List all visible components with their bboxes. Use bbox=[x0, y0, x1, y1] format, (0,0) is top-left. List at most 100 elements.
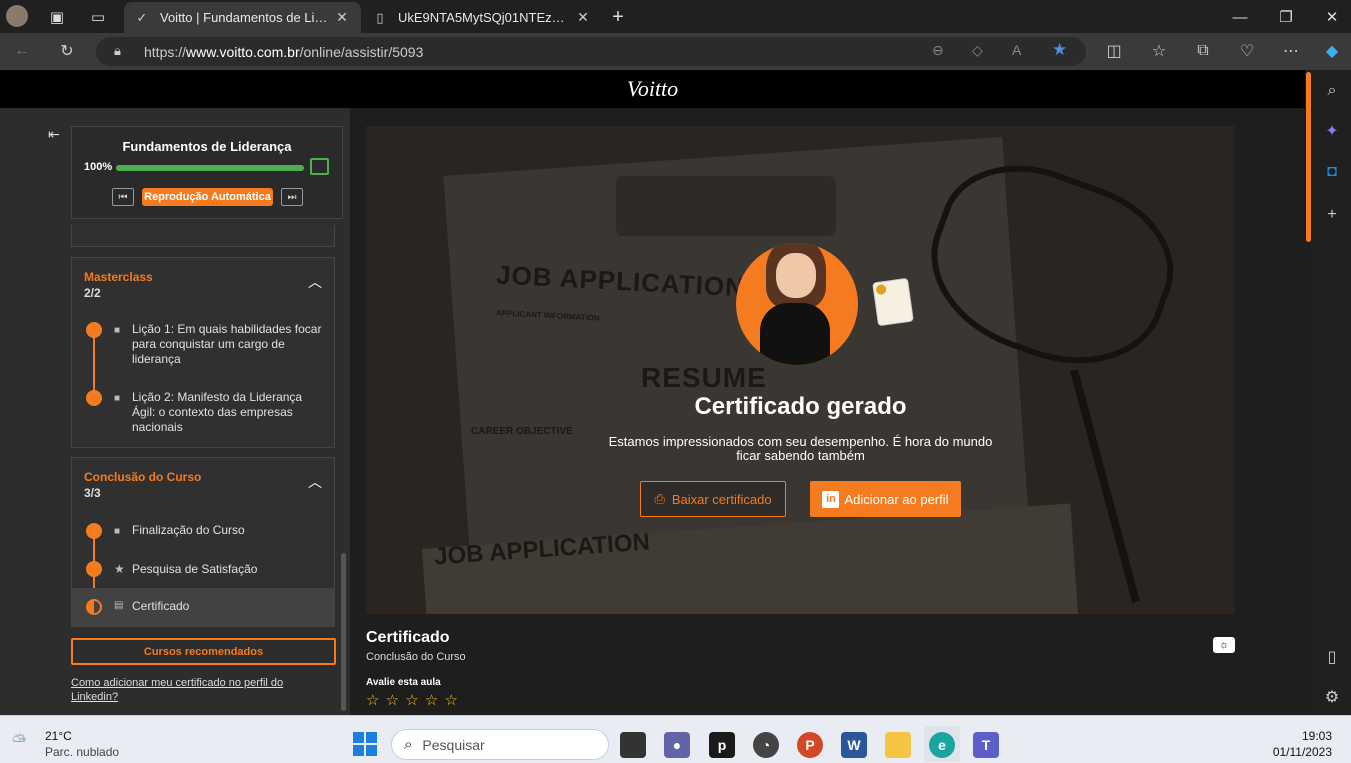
task-view-icon[interactable] bbox=[620, 732, 646, 758]
site-header: Voitto bbox=[0, 70, 1305, 108]
certificate-badge-icon[interactable] bbox=[310, 158, 329, 175]
tab-pdf[interactable]: ▯ UkE9NTA5MytSQj01NTEzMDE=.p ✕ bbox=[362, 2, 602, 33]
clock-app-icon[interactable]: ◔ bbox=[753, 732, 779, 758]
taskbar: ⛅︎ 21°C Parc. nublado ⌕ Pesquisar ● p ◔ … bbox=[0, 715, 1351, 763]
search-icon[interactable]: ⌕ bbox=[1321, 80, 1343, 102]
start-windows-icon[interactable] bbox=[353, 732, 377, 756]
tab-actions-icon[interactable]: ▭ bbox=[88, 7, 108, 27]
url-field[interactable]: 🔒︎ https://www.voitto.com.br/online/assi… bbox=[96, 37, 1086, 66]
taskbar-search[interactable]: ⌕ Pesquisar bbox=[391, 729, 609, 760]
close-tab-icon[interactable]: ✕ bbox=[574, 9, 592, 26]
add-to-profile-button[interactable]: in Adicionar ao perfil bbox=[810, 481, 961, 517]
close-window-icon[interactable]: ✕ bbox=[1322, 7, 1342, 27]
page-scrollbar[interactable] bbox=[1305, 70, 1313, 715]
chevron-up-icon[interactable]: ︿ bbox=[308, 472, 322, 492]
rating-stars[interactable]: ☆ ☆ ☆ ☆ ☆ bbox=[366, 691, 459, 709]
lesson-item-active[interactable]: ▤ Certificado bbox=[72, 588, 334, 626]
autoplay-button[interactable]: Reprodução Automática bbox=[142, 188, 273, 206]
next-lesson-button[interactable]: ⏭ bbox=[281, 188, 303, 206]
teams-chat-icon[interactable]: ● bbox=[664, 732, 690, 758]
settings-gear-icon[interactable]: ⚙ bbox=[1321, 686, 1343, 708]
close-tab-icon[interactable]: ✕ bbox=[333, 9, 351, 26]
voitto-logo[interactable]: Voitto bbox=[627, 76, 678, 102]
certificate-icon: ▤ bbox=[114, 600, 124, 611]
download-certificate-button[interactable]: ⎙ Baixar certificado bbox=[640, 481, 786, 517]
file-explorer-icon[interactable] bbox=[885, 732, 911, 758]
weather-icon[interactable]: ⛅︎ bbox=[12, 731, 26, 752]
new-tab-icon[interactable]: + bbox=[608, 6, 628, 28]
edge-icon[interactable]: e bbox=[929, 732, 955, 758]
weather-desc[interactable]: Parc. nublado bbox=[45, 745, 119, 759]
section-count: 2/2 bbox=[84, 286, 101, 300]
lesson-item[interactable]: Pesquisa de Satisfação bbox=[132, 562, 257, 577]
section-masterclass: Masterclass 2/2 ︿ ■ Lição 1: Em quais ha… bbox=[71, 257, 335, 448]
lesson-subtitle: Conclusão do Curso bbox=[366, 651, 466, 663]
copilot-sidebar-icon[interactable]: ✦ bbox=[1321, 120, 1343, 142]
scroll-certificate-icon bbox=[873, 278, 913, 326]
lesson-dot bbox=[86, 322, 102, 338]
video-icon: ■ bbox=[114, 393, 121, 404]
seal-icon bbox=[875, 283, 887, 296]
certificate-message: Estamos impressionados com seu desempenh… bbox=[608, 434, 993, 463]
lesson-label: Certificado bbox=[132, 599, 190, 613]
tab-voitto[interactable]: ✓ Voitto | Fundamentos de Lideranç ✕ bbox=[124, 2, 361, 33]
coupon-icon[interactable]: ◇ bbox=[972, 42, 983, 59]
pdf-icon: ⎙ bbox=[654, 491, 665, 506]
favorite-star-icon[interactable]: ★ bbox=[1052, 40, 1067, 60]
add-sidebar-icon[interactable]: + bbox=[1321, 204, 1343, 226]
workspaces-icon[interactable]: ▣ bbox=[47, 7, 67, 27]
background-text: CAREER OBJECTIVE bbox=[471, 426, 573, 437]
star-icon: ★ bbox=[114, 562, 125, 576]
copilot-icon[interactable]: ◆ bbox=[1321, 40, 1343, 62]
web-page: Voitto ⇤ Fundamentos de Liderança 100% ⏮… bbox=[0, 70, 1305, 715]
back-icon[interactable]: ← bbox=[11, 40, 33, 62]
refresh-icon[interactable]: ↻ bbox=[56, 40, 78, 62]
word-icon[interactable]: W bbox=[841, 732, 867, 758]
certificate-heading: Certificado gerado bbox=[694, 393, 907, 420]
more-menu-icon[interactable]: ⋯ bbox=[1280, 40, 1302, 62]
lesson-dot bbox=[86, 390, 102, 406]
collapse-sidebar-icon[interactable]: ⇤ bbox=[48, 126, 60, 143]
sidebar-scrollbar[interactable] bbox=[341, 553, 346, 711]
profile-avatar[interactable] bbox=[6, 5, 28, 27]
section-title[interactable]: Masterclass bbox=[84, 270, 153, 284]
edge-sidebar: ⌕ ✦ ◘ + ▯ ⚙ bbox=[1313, 70, 1351, 715]
theme-toggle-button[interactable]: ☼ bbox=[1213, 637, 1235, 653]
chevron-up-icon[interactable]: ︿ bbox=[308, 272, 322, 292]
read-aloud-icon[interactable]: A bbox=[1012, 42, 1021, 58]
zoom-icon[interactable]: ⊖ bbox=[932, 42, 944, 59]
restore-icon[interactable]: ❐ bbox=[1276, 7, 1296, 27]
lesson-title: Certificado bbox=[366, 629, 450, 646]
weather-temp[interactable]: 21°C bbox=[45, 729, 72, 743]
lesson-item[interactable]: Finalização do Curso bbox=[132, 523, 245, 538]
performance-icon[interactable]: ♡ bbox=[1236, 40, 1258, 62]
previous-section-card bbox=[71, 225, 335, 247]
section-conclusao: Conclusão do Curso 3/3 ︿ ■ Finalização d… bbox=[71, 457, 335, 627]
sidebar-toggle-icon[interactable]: ▯ bbox=[1321, 646, 1343, 668]
teams-icon[interactable]: T bbox=[973, 732, 999, 758]
section-title[interactable]: Conclusão do Curso bbox=[84, 470, 201, 484]
pin-app-icon[interactable]: p bbox=[709, 732, 735, 758]
mascot-avatar bbox=[736, 243, 858, 365]
lesson-item[interactable]: Lição 1: Em quais habilidades focar para… bbox=[132, 322, 322, 367]
linkedin-help-link[interactable]: Como adicionar meu certificado no perfil… bbox=[71, 676, 321, 704]
document-favicon-icon: ▯ bbox=[376, 9, 384, 25]
minimize-icon[interactable]: — bbox=[1230, 7, 1250, 27]
lesson-item[interactable]: Lição 2: Manifesto da Liderança Ágil: o … bbox=[132, 390, 322, 435]
search-icon: ⌕ bbox=[404, 736, 413, 753]
progress-fill bbox=[116, 165, 304, 171]
outlook-icon[interactable]: ◘ bbox=[1321, 161, 1343, 183]
previous-lesson-button[interactable]: ⏮ bbox=[112, 188, 134, 206]
recommended-courses-button[interactable]: Cursos recomendados bbox=[71, 638, 336, 665]
certificate-panel: JOB APPLICATION APPLICANT INFORMATION RE… bbox=[366, 126, 1235, 614]
favorites-icon[interactable]: ☆ bbox=[1148, 40, 1170, 62]
scrollbar-thumb[interactable] bbox=[1306, 72, 1311, 242]
collections-icon[interactable]: ⧉ bbox=[1192, 40, 1214, 62]
split-screen-icon[interactable]: ◫ bbox=[1103, 40, 1125, 62]
powerpoint-icon[interactable]: P bbox=[797, 732, 823, 758]
progress-bar bbox=[116, 165, 304, 171]
clock-time[interactable]: 19:03 bbox=[1270, 729, 1332, 743]
clock-date[interactable]: 01/11/2023 bbox=[1260, 745, 1332, 759]
section-count: 3/3 bbox=[84, 486, 101, 500]
browser-tab-bar: ▣ ▭ ✓ Voitto | Fundamentos de Lideranç ✕… bbox=[0, 0, 1351, 33]
